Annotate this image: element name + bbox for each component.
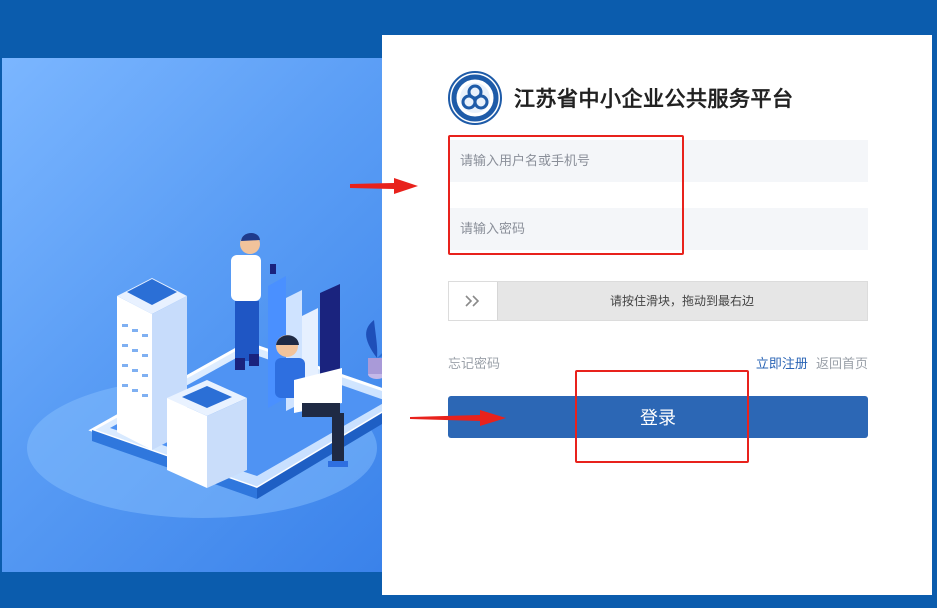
register-link[interactable]: 立即注册: [756, 357, 808, 372]
back-home-link[interactable]: 返回首页: [816, 357, 868, 372]
brand-header: 江苏省中小企业公共服务平台: [448, 70, 794, 126]
right-links: 立即注册 返回首页: [756, 353, 868, 372]
office-illustration: [27, 232, 382, 518]
slider-captcha[interactable]: 请按住滑块，拖动到最右边: [448, 281, 868, 321]
auth-links-row: 忘记密码 立即注册 返回首页: [448, 353, 868, 372]
slider-handle[interactable]: [449, 282, 498, 320]
username-input[interactable]: [448, 140, 868, 182]
double-chevron-right-icon: [465, 295, 480, 307]
platform-title: 江苏省中小企业公共服务平台: [514, 87, 794, 111]
slider-instruction: 请按住滑块，拖动到最右边: [609, 294, 754, 308]
illustration-panel: [2, 58, 382, 572]
password-input[interactable]: [448, 208, 868, 250]
emblem-logo-icon: [448, 71, 502, 125]
login-button[interactable]: 登录: [448, 396, 868, 438]
forgot-password-link[interactable]: 忘记密码: [448, 353, 500, 372]
